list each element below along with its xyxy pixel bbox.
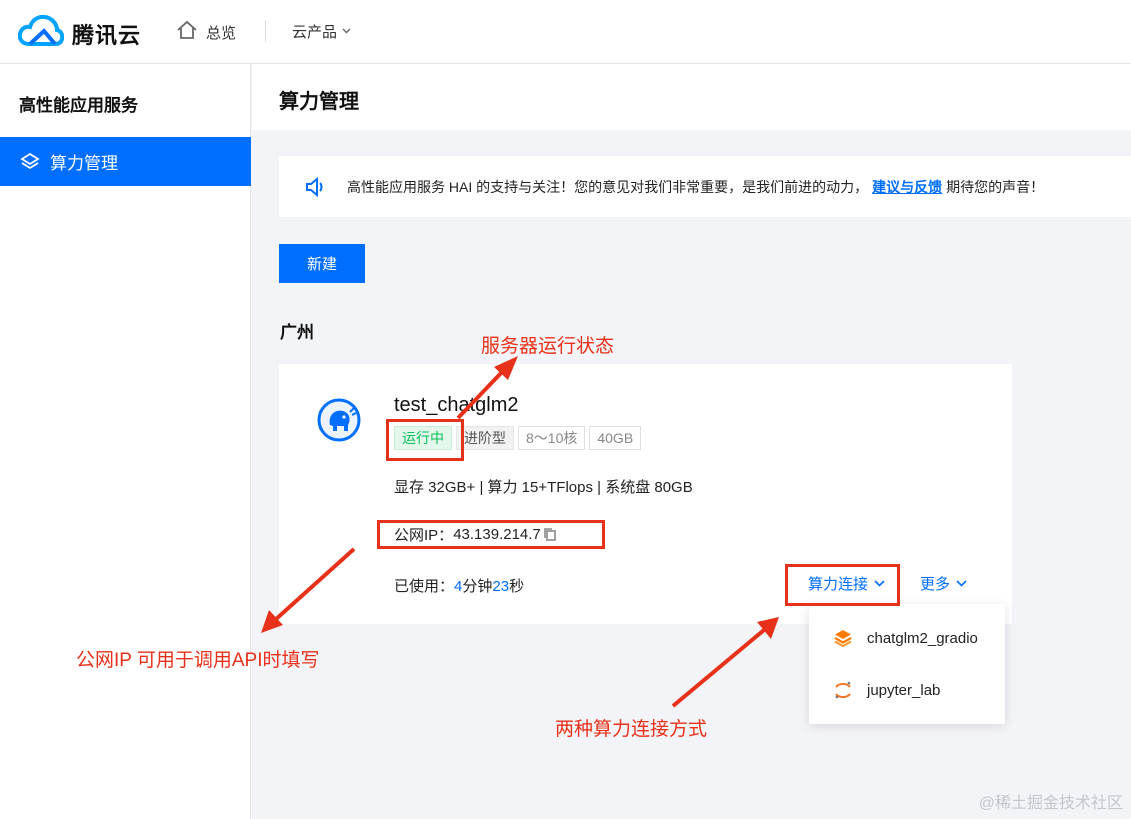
menu-item-label: chatglm2_gradio [867, 629, 978, 647]
connect-dropdown-menu: chatglm2_gradio jupyter_lab [809, 604, 1005, 724]
annotation-status: 服务器运行状态 [481, 336, 615, 357]
sidebar: 高性能应用服务 算力管理 [0, 64, 251, 819]
connect-highlight-box [785, 564, 900, 606]
more-label: 更多 [920, 576, 951, 593]
instance-name[interactable]: test_chatglm2 [394, 394, 519, 417]
menu-item-chatglm2-gradio[interactable]: chatglm2_gradio [809, 612, 1005, 664]
memory-badge: 40GB [589, 426, 642, 450]
home-icon [176, 20, 198, 44]
more-button[interactable]: 更多 [920, 573, 967, 594]
new-button[interactable]: 新建 [279, 244, 365, 283]
annotation-ip: 公网IP 可用于调用API时填写 [76, 650, 320, 671]
usage-label: 已使用： [394, 578, 455, 595]
nav-products-label: 云产品 [292, 24, 338, 41]
elephant-app-icon [317, 398, 361, 442]
notice-text-end: 期待您的声音！ [946, 178, 1045, 195]
brand-name: 腾讯云 [72, 22, 142, 48]
cores-badge: 8～10核 [518, 426, 586, 450]
menu-item-jupyter-lab[interactable]: jupyter_lab [809, 664, 1005, 716]
usage-duration: 已使用：4分钟23秒 [394, 575, 524, 596]
gradio-icon [833, 628, 853, 648]
page-title: 算力管理 [279, 91, 359, 113]
top-bar: 腾讯云 总览 云产品 [0, 0, 1131, 64]
usage-seconds-unit: 秒 [509, 578, 525, 595]
instance-card: test_chatglm2 运行中 进阶型 8～10核 40GB 显存 32GB… [279, 364, 1012, 624]
status-highlight-box [386, 419, 464, 461]
tier-badge: 进阶型 [456, 426, 514, 450]
jupyter-icon [833, 680, 853, 700]
nav-divider [265, 20, 266, 42]
brand-logo[interactable]: 腾讯云 [17, 14, 142, 53]
notice-text: 高性能应用服务 HAI 的支持与关注！您的意见对我们非常重要，是我们前进的动力， [347, 178, 869, 195]
ip-highlight-box [377, 520, 605, 549]
usage-seconds: 23 [492, 578, 510, 595]
notice-banner: 高性能应用服务 HAI 的支持与关注！您的意见对我们非常重要，是我们前进的动力，… [279, 156, 1131, 217]
chevron-down-icon [956, 580, 967, 587]
sidebar-item-label: 算力管理 [50, 154, 118, 173]
nav-overview[interactable]: 总览 [176, 20, 236, 44]
chevron-down-icon [342, 26, 351, 37]
annotation-connect: 两种算力连接方式 [555, 719, 708, 740]
nav-overview-label: 总览 [206, 24, 237, 42]
instance-specs: 显存 32GB+ | 算力 15+TFlops | 系统盘 80GB [394, 479, 693, 496]
usage-minutes-unit: 分钟 [462, 578, 493, 595]
speaker-icon [305, 176, 327, 197]
page-header: 算力管理 [252, 64, 1131, 130]
menu-item-label: jupyter_lab [867, 681, 941, 699]
watermark: @稀土掘金技术社区 [978, 795, 1123, 812]
feedback-link[interactable]: 建议与反馈 [872, 177, 942, 197]
region-heading: 广州 [280, 323, 314, 342]
sidebar-item-compute-management[interactable]: 算力管理 [0, 137, 251, 186]
nav-products[interactable]: 云产品 [292, 21, 351, 42]
sidebar-title: 高性能应用服务 [19, 96, 138, 115]
layers-icon [20, 152, 40, 172]
cloud-logo-icon [17, 14, 65, 53]
